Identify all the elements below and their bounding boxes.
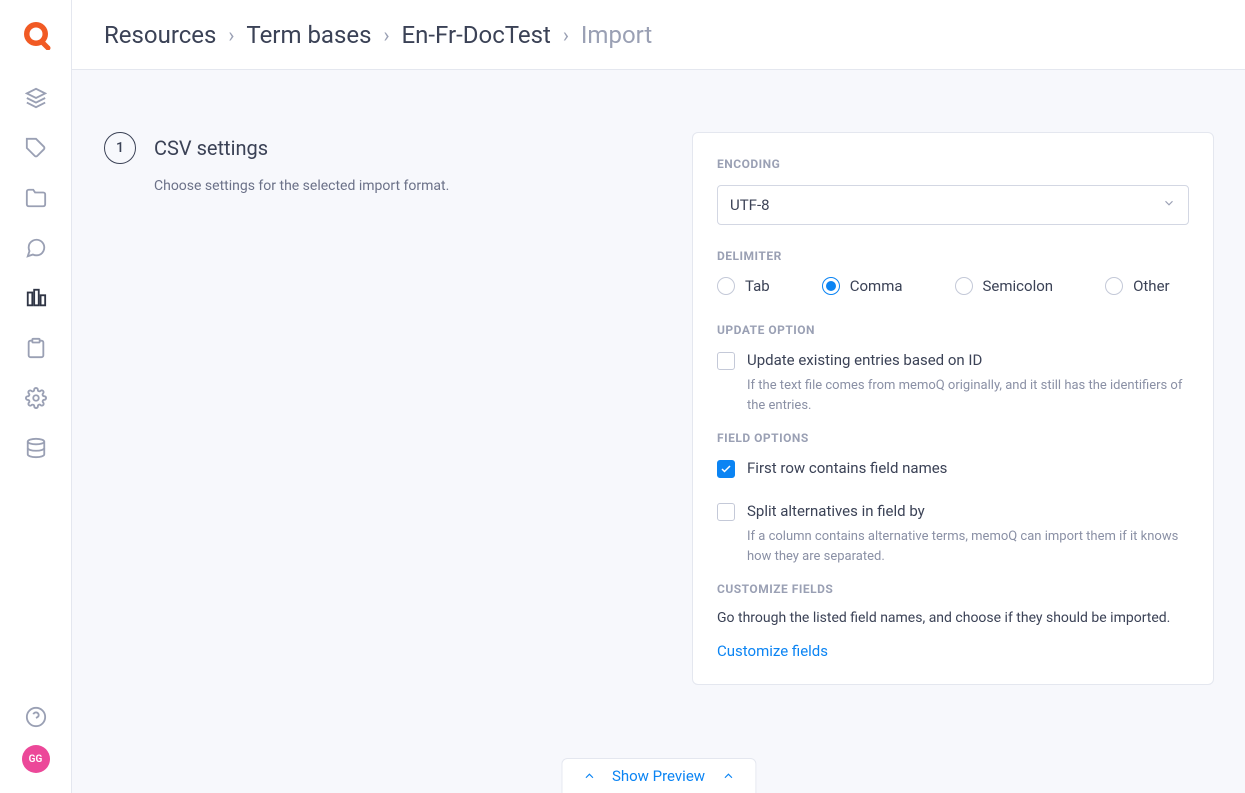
breadcrumb: Resources › Term bases › En-Fr-DocTest ›… xyxy=(104,21,652,49)
radio-dot-icon xyxy=(717,277,735,295)
tag-icon[interactable] xyxy=(24,136,48,160)
database-icon[interactable] xyxy=(24,436,48,460)
nav-items xyxy=(24,86,48,460)
chevron-right-icon: › xyxy=(563,23,569,47)
chevron-up-icon xyxy=(721,769,735,783)
sidebar-bottom: GG xyxy=(22,705,50,793)
radio-semicolon-label: Semicolon xyxy=(983,277,1054,295)
radio-dot-icon xyxy=(822,277,840,295)
content: 1 CSV settings Choose settings for the s… xyxy=(72,70,1245,793)
customize-label: CUSTOMIZE FIELDS xyxy=(717,582,1189,596)
delimiter-label: DELIMITER xyxy=(717,249,1189,263)
sidebar: GG xyxy=(0,0,72,793)
update-checkbox[interactable] xyxy=(717,352,735,370)
firstrow-checkbox[interactable] xyxy=(717,460,735,478)
header: Resources › Term bases › En-Fr-DocTest ›… xyxy=(72,0,1245,70)
chevron-down-icon xyxy=(1162,196,1176,214)
settings-panel: ENCODING UTF-8 DELIMITER Tab Comma xyxy=(692,132,1214,685)
show-preview-button[interactable]: Show Preview xyxy=(561,758,756,793)
customize-link[interactable]: Customize fields xyxy=(717,642,1189,660)
gear-icon[interactable] xyxy=(24,386,48,410)
breadcrumb-resources[interactable]: Resources xyxy=(104,21,216,49)
field-options-label: FIELD OPTIONS xyxy=(717,431,1189,445)
radio-comma[interactable]: Comma xyxy=(822,277,903,295)
customize-text: Go through the listed field names, and c… xyxy=(717,610,1189,626)
chat-icon[interactable] xyxy=(24,236,48,260)
step-subtitle: Choose settings for the selected import … xyxy=(154,178,644,194)
clipboard-icon[interactable] xyxy=(24,336,48,360)
radio-tab-label: Tab xyxy=(745,277,770,295)
radio-other[interactable]: Other xyxy=(1105,277,1170,295)
encoding-select[interactable]: UTF-8 xyxy=(717,185,1189,225)
radio-other-label: Other xyxy=(1133,277,1170,295)
chevron-up-icon xyxy=(582,769,596,783)
step-info: 1 CSV settings Choose settings for the s… xyxy=(104,132,644,194)
chevron-right-icon: › xyxy=(383,23,389,47)
update-desc: If the text file comes from memoQ origin… xyxy=(747,376,1189,415)
radio-dot-icon xyxy=(955,277,973,295)
breadcrumb-current: Import xyxy=(581,21,652,49)
step-title: CSV settings xyxy=(154,136,268,160)
layers-icon[interactable] xyxy=(24,86,48,110)
split-label: Split alternatives in field by xyxy=(747,502,925,520)
breadcrumb-project[interactable]: En-Fr-DocTest xyxy=(402,21,551,49)
update-checkbox-label: Update existing entries based on ID xyxy=(747,351,982,369)
firstrow-label: First row contains field names xyxy=(747,459,947,477)
split-checkbox[interactable] xyxy=(717,503,735,521)
help-icon[interactable] xyxy=(24,705,48,729)
radio-dot-icon xyxy=(1105,277,1123,295)
update-option-label: UPDATE OPTION xyxy=(717,323,1189,337)
logo-icon[interactable] xyxy=(21,20,51,50)
show-preview-label: Show Preview xyxy=(612,767,705,785)
encoding-value: UTF-8 xyxy=(730,196,770,214)
breadcrumb-termbases[interactable]: Term bases xyxy=(246,21,371,49)
encoding-label: ENCODING xyxy=(717,157,1189,171)
reports-icon[interactable] xyxy=(24,286,48,310)
radio-semicolon[interactable]: Semicolon xyxy=(955,277,1054,295)
delimiter-options: Tab Comma Semicolon Other xyxy=(717,277,1189,295)
radio-comma-label: Comma xyxy=(850,277,903,295)
main: Resources › Term bases › En-Fr-DocTest ›… xyxy=(72,0,1245,793)
step-number: 1 xyxy=(104,132,136,164)
folder-icon[interactable] xyxy=(24,186,48,210)
radio-tab[interactable]: Tab xyxy=(717,277,770,295)
split-desc: If a column contains alternative terms, … xyxy=(747,527,1189,566)
chevron-right-icon: › xyxy=(228,23,234,47)
avatar[interactable]: GG xyxy=(22,745,50,773)
